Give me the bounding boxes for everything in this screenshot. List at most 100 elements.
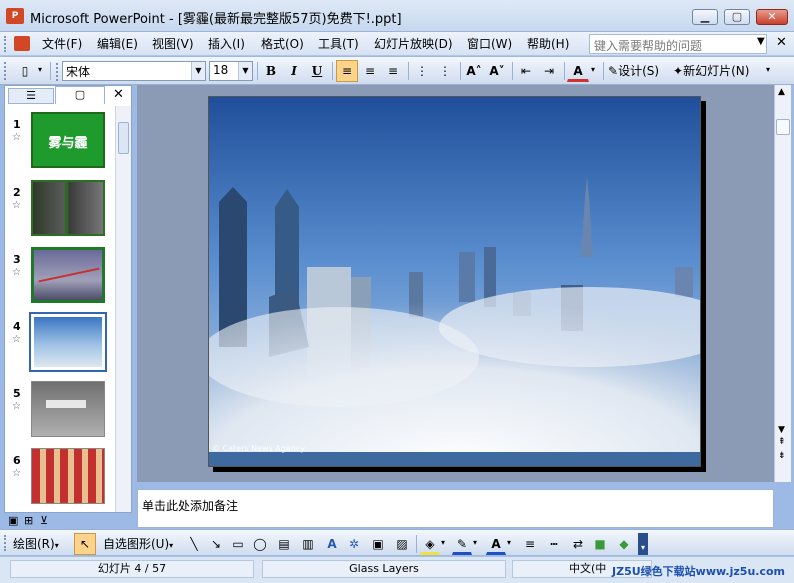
chevron-down-icon[interactable]: ▼: [191, 62, 205, 80]
chevron-down-icon[interactable]: ▾: [38, 65, 42, 74]
shadow-style-icon[interactable]: ■: [590, 533, 610, 555]
chevron-down-icon[interactable]: ▼: [238, 62, 252, 80]
vertical-scrollbar[interactable]: ▲ ▼ ⇞ ⇟: [774, 85, 791, 482]
slides-panel: ☰ ▢ ✕ 1 ☆ 雾与霾 2 ☆ 3 ☆ 4 ☆ 5 ☆ 6 ☆: [4, 85, 132, 513]
document-icon[interactable]: [14, 36, 30, 51]
menu-edit[interactable]: 编辑(E): [97, 35, 138, 52]
new-slide-icon: ✦: [673, 64, 684, 78]
increase-indent-icon[interactable]: ⇥: [538, 60, 560, 82]
underline-button[interactable]: U: [306, 60, 328, 82]
close-doc-icon[interactable]: ✕: [776, 35, 787, 50]
menu-view[interactable]: 视图(V): [152, 35, 194, 52]
grip-icon[interactable]: [4, 36, 10, 52]
previous-slide-icon[interactable]: ⇞: [778, 437, 786, 447]
draw-menu-button[interactable]: 绘图(R)▾: [12, 533, 72, 555]
arrow-icon[interactable]: ↘: [206, 533, 226, 555]
align-right-icon[interactable]: ≡: [382, 60, 404, 82]
menu-file[interactable]: 文件(F): [42, 35, 82, 52]
vertical-textbox-icon[interactable]: ▥: [298, 533, 318, 555]
menu-insert[interactable]: 插入(I): [208, 35, 245, 52]
slide-thumbnail-list: 1 ☆ 雾与霾 2 ☆ 3 ☆ 4 ☆ 5 ☆ 6 ☆: [5, 106, 117, 512]
slide-thumbnail-3[interactable]: [31, 247, 105, 303]
panel-close-icon[interactable]: ✕: [113, 87, 124, 102]
fill-color-icon[interactable]: ◈: [420, 533, 440, 555]
slideshow-view-icon[interactable]: ⊻: [40, 514, 48, 527]
grip-icon[interactable]: [4, 535, 8, 551]
scroll-thumb[interactable]: [776, 119, 790, 135]
font-color-icon[interactable]: A: [567, 60, 589, 82]
chevron-down-icon[interactable]: ▾: [441, 538, 445, 547]
font-size-select[interactable]: 18 ▼: [209, 61, 253, 81]
toolbar-separator: [50, 62, 51, 80]
slide-thumbnail-5[interactable]: [31, 381, 105, 437]
slide-number: 5: [13, 387, 21, 400]
maximize-button[interactable]: ▢: [724, 9, 750, 25]
font-name-select[interactable]: 宋体 ▼: [62, 61, 206, 81]
3d-style-icon[interactable]: ◆: [614, 533, 634, 555]
slide-number: 3: [13, 253, 21, 266]
slide-thumbnail-4[interactable]: [29, 312, 107, 372]
picture-icon[interactable]: ▨: [392, 533, 412, 555]
scroll-down-icon[interactable]: ▼: [778, 425, 785, 435]
menu-window[interactable]: 窗口(W): [467, 35, 512, 52]
align-left-icon[interactable]: ≡: [336, 60, 358, 82]
new-document-icon[interactable]: ▯: [14, 60, 36, 82]
design-button[interactable]: ✎设计(S): [607, 60, 669, 82]
bullets-icon[interactable]: ⋮: [434, 60, 456, 82]
slide-thumbnail-6[interactable]: [31, 448, 105, 504]
select-objects-icon[interactable]: ↖: [74, 533, 96, 555]
scroll-up-icon[interactable]: ▲: [778, 87, 785, 97]
autoshapes-menu-button[interactable]: 自选图形(U)▾: [102, 533, 182, 555]
menu-tools[interactable]: 工具(T): [318, 35, 359, 52]
normal-view-icon[interactable]: ▣: [8, 514, 18, 527]
decrease-indent-icon[interactable]: ⇤: [515, 60, 537, 82]
grip-icon[interactable]: [4, 62, 8, 80]
dash-style-icon[interactable]: ┅: [544, 533, 564, 555]
bold-button[interactable]: B: [260, 60, 282, 82]
drawing-toolbar: 绘图(R)▾ ↖ 自选图形(U)▾ ╲ ↘ ▭ ◯ ▤ ▥ A ✲ ▣ ▨ ◈ …: [0, 529, 794, 555]
font-color-icon[interactable]: A: [486, 533, 506, 555]
textbox-icon[interactable]: ▤: [274, 533, 294, 555]
help-dropdown-icon[interactable]: ▼: [757, 36, 765, 47]
line-color-icon[interactable]: ✎: [452, 533, 472, 555]
slide-thumbnail-2[interactable]: [31, 180, 105, 236]
grip-icon[interactable]: [56, 63, 60, 81]
new-slide-button[interactable]: ✦新幻灯片(N): [672, 60, 762, 82]
chevron-down-icon[interactable]: ▾: [507, 538, 511, 547]
chevron-down-icon[interactable]: ▾: [473, 538, 477, 547]
decrease-font-icon[interactable]: A˅: [486, 60, 508, 82]
next-slide-icon[interactable]: ⇟: [778, 451, 786, 461]
current-slide[interactable]: © Caters News Agency: [208, 96, 701, 467]
watermark-text: JZ5U绿色下载站www.jz5u.com: [612, 565, 785, 578]
line-icon[interactable]: ╲: [184, 533, 204, 555]
menu-help[interactable]: 帮助(H): [527, 35, 569, 52]
align-center-icon[interactable]: ≡: [359, 60, 381, 82]
help-search-input[interactable]: 键入需要帮助的问题: [589, 34, 767, 54]
line-style-icon[interactable]: ≡: [520, 533, 540, 555]
slide-sorter-icon[interactable]: ⊞: [24, 514, 33, 527]
toolbar-options-icon[interactable]: ▾: [766, 65, 770, 74]
italic-button[interactable]: I: [283, 60, 305, 82]
arrow-style-icon[interactable]: ⇄: [568, 533, 588, 555]
rectangle-icon[interactable]: ▭: [228, 533, 248, 555]
tab-outline[interactable]: ☰: [8, 88, 54, 104]
increase-font-icon[interactable]: A˄: [463, 60, 485, 82]
toolbar-separator: [460, 62, 461, 80]
notes-pane[interactable]: 单击此处添加备注: [137, 489, 774, 528]
wordart-icon[interactable]: A: [322, 533, 342, 555]
numbering-icon[interactable]: ⋮: [411, 60, 433, 82]
menu-format[interactable]: 格式(O): [261, 35, 304, 52]
tab-slides[interactable]: ▢: [55, 86, 105, 104]
diagram-icon[interactable]: ✲: [344, 533, 364, 555]
minimize-button[interactable]: ▁: [692, 9, 718, 25]
chevron-down-icon[interactable]: ▾: [591, 65, 595, 74]
slide-thumbnail-1[interactable]: 雾与霾: [31, 112, 105, 168]
scroll-thumb[interactable]: [118, 122, 129, 154]
close-button[interactable]: ✕: [756, 9, 788, 25]
toolbar-options-icon[interactable]: ▾: [638, 533, 648, 555]
menu-slideshow[interactable]: 幻灯片放映(D): [374, 35, 453, 52]
panel-scrollbar[interactable]: [115, 106, 131, 512]
oval-icon[interactable]: ◯: [250, 533, 270, 555]
toolbar-separator: [416, 535, 417, 553]
clipart-icon[interactable]: ▣: [368, 533, 388, 555]
